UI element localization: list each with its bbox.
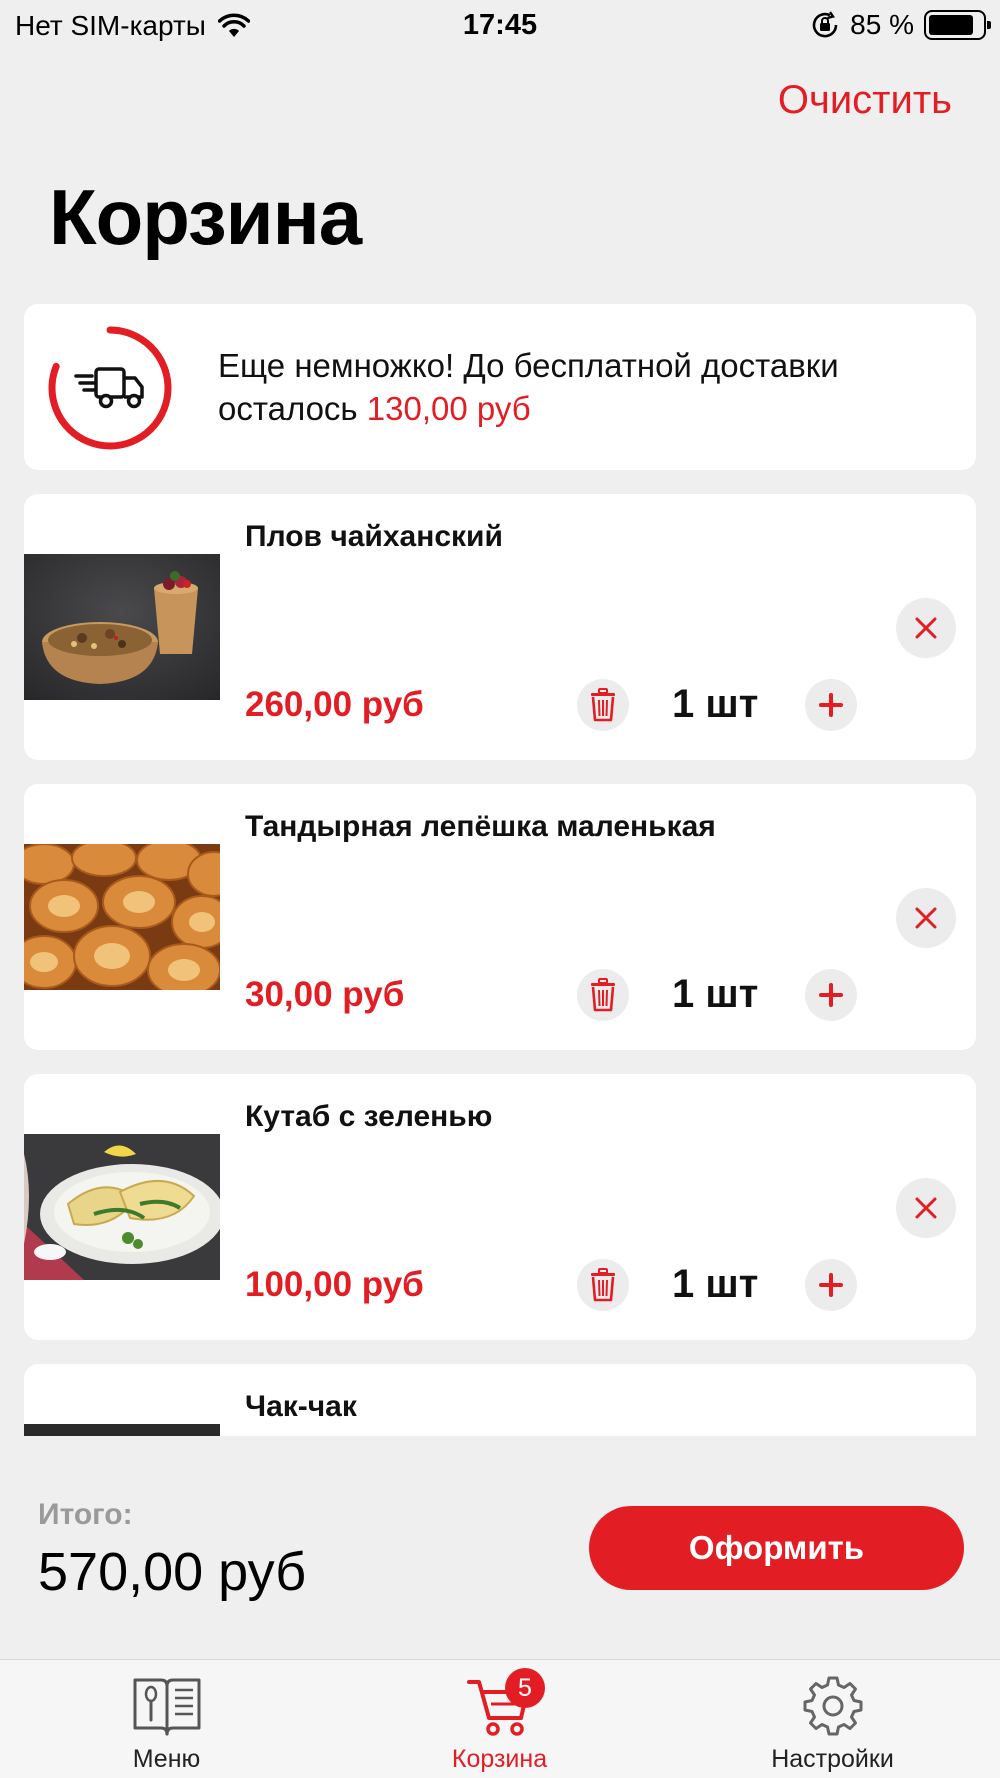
- cart-items-list[interactable]: Плов чайханский 260,00 руб 1 шт Тандырна…: [0, 494, 1000, 1436]
- tab-menu[interactable]: Меню: [0, 1660, 333, 1778]
- tab-settings[interactable]: Настройки: [666, 1660, 999, 1778]
- orientation-lock-icon: [812, 11, 838, 38]
- increase-button[interactable]: [805, 969, 857, 1021]
- total-value: 570,00 руб: [38, 1542, 307, 1602]
- cart-count-badge: 5: [505, 1668, 545, 1708]
- tab-cart[interactable]: Корзина: [333, 1660, 666, 1778]
- item-price: 100,00 руб: [245, 1265, 424, 1304]
- checkout-button[interactable]: Оформить: [589, 1506, 964, 1590]
- decrease-delete-button[interactable]: [577, 679, 629, 731]
- battery-percent: 85 %: [850, 9, 914, 40]
- delivery-message-line1: Еще немножко! До бесплатной доставки: [218, 347, 839, 384]
- item-name: Тандырная лепёшка маленькая: [245, 810, 716, 843]
- item-photo-plov: [24, 554, 220, 700]
- item-quantity: 1 шт: [672, 972, 759, 1016]
- item-price: 30,00 руб: [245, 975, 405, 1014]
- increase-button[interactable]: [805, 1259, 857, 1311]
- increase-button[interactable]: [805, 679, 857, 731]
- delivery-message: Еще немножко! До бесплатной доставки ост…: [218, 344, 839, 430]
- item-name: Чак-чак: [245, 1390, 357, 1423]
- item-photo-kutab: [24, 1134, 220, 1280]
- close-icon: [915, 1197, 937, 1219]
- status-right: 85 %: [810, 9, 991, 41]
- delivery-progress-ring: [48, 326, 172, 450]
- trash-icon: [591, 978, 615, 1012]
- tab-label: Настройки: [771, 1745, 894, 1773]
- trash-icon: [591, 1268, 615, 1302]
- cart-item: Кутаб с зеленью 100,00 руб 1 шт: [24, 1074, 976, 1340]
- delivery-remaining-amount: 130,00 руб: [366, 390, 531, 427]
- gear-icon: [803, 1676, 862, 1736]
- remove-item-button[interactable]: [896, 888, 956, 948]
- delivery-message-prefix: осталось: [218, 390, 358, 427]
- plus-icon: [819, 1273, 843, 1297]
- plus-icon: [819, 983, 843, 1007]
- item-photo-lepyoshka: [24, 844, 220, 990]
- close-icon: [915, 907, 937, 929]
- status-bar: Нет SIM-карты 17:45 85 %: [0, 0, 1000, 52]
- close-icon: [915, 617, 937, 639]
- battery-icon: [924, 10, 991, 40]
- item-photo-chak-chak: [24, 1424, 220, 1436]
- cart-item: Плов чайханский 260,00 руб 1 шт: [24, 494, 976, 760]
- cart-item: Чак-чак: [24, 1364, 976, 1436]
- tab-label: Корзина: [451, 1745, 548, 1773]
- item-price: 260,00 руб: [245, 685, 424, 724]
- total-label: Итого:: [38, 1498, 133, 1531]
- decrease-delete-button[interactable]: [577, 969, 629, 1021]
- item-quantity: 1 шт: [672, 1262, 759, 1306]
- trash-icon: [591, 688, 615, 722]
- decrease-delete-button[interactable]: [577, 1259, 629, 1311]
- menu-book-icon: [133, 1678, 200, 1736]
- delivery-message-line2: осталось 130,00 руб: [218, 387, 839, 430]
- remove-item-button[interactable]: [896, 1178, 956, 1238]
- item-name: Плов чайханский: [245, 520, 503, 553]
- page-title: Корзина: [49, 173, 362, 261]
- item-name: Кутаб с зеленью: [245, 1100, 493, 1133]
- tab-label: Меню: [132, 1745, 201, 1773]
- tab-bar: Меню Корзина Настройки: [0, 1659, 1000, 1778]
- clear-cart-button[interactable]: Очистить: [778, 78, 952, 123]
- cart-item: Тандырная лепёшка маленькая 30,00 руб 1 …: [24, 784, 976, 1050]
- remove-item-button[interactable]: [896, 598, 956, 658]
- item-quantity: 1 шт: [672, 682, 759, 726]
- plus-icon: [819, 693, 843, 717]
- free-delivery-banner: Еще немножко! До бесплатной доставки ост…: [24, 304, 976, 470]
- delivery-truck-icon: [74, 367, 144, 409]
